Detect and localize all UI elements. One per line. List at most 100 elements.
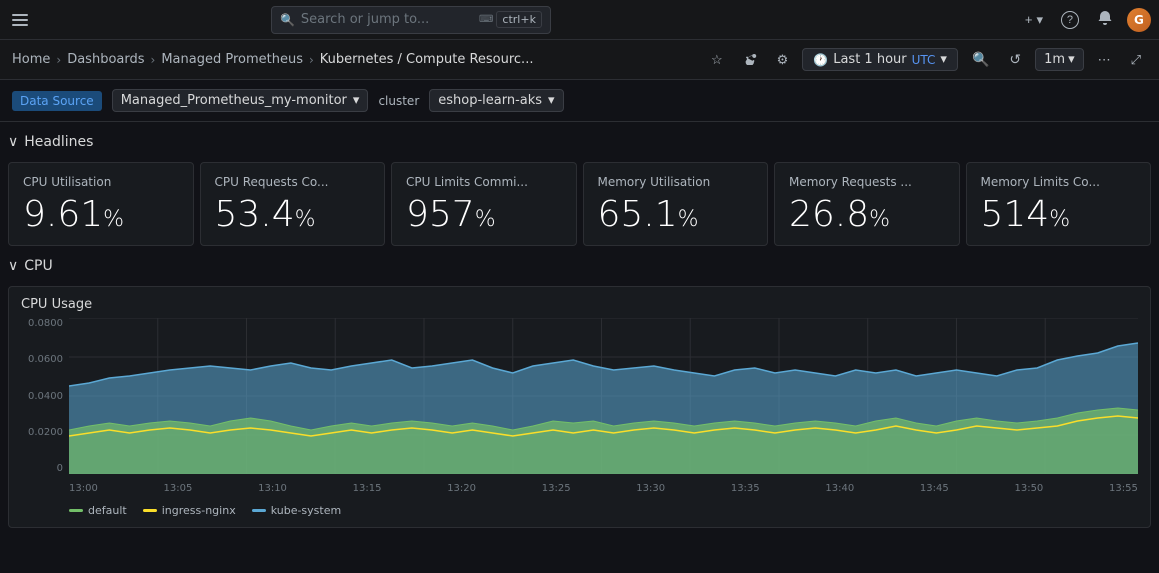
stat-card-value-0: 9.61%	[23, 197, 179, 233]
filter-bar: Data Source Managed_Prometheus_my-monito…	[0, 80, 1159, 122]
headlines-title: Headlines	[24, 134, 93, 150]
chevron-down-icon-ds: ▾	[353, 93, 360, 108]
notifications-button[interactable]	[1093, 6, 1117, 33]
current-page-title: Kubernetes / Compute Resourc...	[320, 52, 534, 67]
cpu-section-header[interactable]: ∨ CPU	[8, 254, 1151, 278]
chevron-down-icon: ▾	[940, 52, 947, 67]
stat-card-value-3: 65.1%	[598, 197, 754, 233]
kbd-shortcut-icon: ⌨	[479, 14, 493, 25]
y-label-0: 0	[57, 463, 63, 474]
chevron-down-icon: ▾	[1036, 12, 1043, 28]
y-label-0600: 0.0600	[28, 354, 63, 365]
time-range-label: Last 1 hour	[833, 52, 906, 67]
stat-card-1: CPU Requests Co... 53.4%	[200, 162, 386, 246]
share-button[interactable]	[737, 47, 763, 72]
stat-card-title-3: Memory Utilisation	[598, 175, 754, 189]
x-label-1350: 13:50	[1014, 483, 1043, 494]
chevron-down-icon-cluster: ▾	[548, 93, 555, 108]
stat-card-title-2: CPU Limits Commi...	[406, 175, 562, 189]
legend-label-ingress: ingress-nginx	[162, 504, 236, 517]
legend-label-kube: kube-system	[271, 504, 342, 517]
zoom-out-button[interactable]: 🔍	[966, 47, 995, 72]
cluster-label: cluster	[378, 94, 419, 108]
stat-card-value-2: 957%	[406, 197, 562, 233]
stat-cards-row: CPU Utilisation 9.61% CPU Requests Co...…	[8, 162, 1151, 246]
stat-card-4: Memory Requests ... 26.8%	[774, 162, 960, 246]
cpu-chart-title: CPU Usage	[21, 297, 1138, 312]
plus-icon: +	[1025, 12, 1033, 27]
menu-button[interactable]	[8, 10, 32, 30]
legend-ingress: ingress-nginx	[143, 504, 236, 517]
more-options-button[interactable]: ⋯	[1092, 48, 1117, 72]
legend-default: default	[69, 504, 127, 517]
zoom-out-icon: 🔍	[972, 51, 989, 68]
chart-legend: default ingress-nginx kube-system	[21, 504, 1138, 517]
stat-card-unit-0: %	[103, 207, 124, 232]
stat-card-5: Memory Limits Co... 514%	[966, 162, 1152, 246]
expand-icon: ⤢	[1131, 52, 1141, 68]
managed-prometheus-link[interactable]: Managed Prometheus	[161, 52, 303, 67]
breadcrumb-sep-2: ›	[151, 53, 156, 67]
chart-area	[69, 318, 1138, 474]
topbar-right: + ▾ ? G	[1021, 6, 1151, 33]
y-label-0200: 0.0200	[28, 427, 63, 438]
bell-icon	[1097, 10, 1113, 29]
chart-x-axis: 13:00 13:05 13:10 13:15 13:20 13:25 13:3…	[69, 478, 1138, 498]
chevron-down-icon-2: ▾	[1068, 52, 1075, 67]
settings-button[interactable]: ⚙	[771, 48, 795, 72]
clock-icon: 🕐	[813, 53, 828, 67]
main-content: ∨ Headlines CPU Utilisation 9.61% CPU Re…	[0, 122, 1159, 536]
stat-card-2: CPU Limits Commi... 957%	[391, 162, 577, 246]
refresh-interval-label: 1m	[1044, 52, 1065, 67]
cluster-value: eshop-learn-aks	[438, 93, 542, 108]
stat-card-3: Memory Utilisation 65.1%	[583, 162, 769, 246]
x-label-1330: 13:30	[636, 483, 665, 494]
share-icon	[743, 51, 757, 68]
legend-color-default	[69, 509, 83, 512]
datasource-selector[interactable]: Managed_Prometheus_my-monitor ▾	[112, 89, 369, 112]
legend-kube: kube-system	[252, 504, 342, 517]
breadcrumb-actions: ☆ ⚙ 🕐 Last 1 hour UTC ▾ 🔍 ↺ 1m ▾	[705, 47, 1147, 72]
x-label-1310: 13:10	[258, 483, 287, 494]
star-button[interactable]: ☆	[705, 48, 729, 72]
collapse-icon-cpu: ∨	[8, 258, 18, 274]
help-button[interactable]: ?	[1057, 7, 1083, 33]
search-placeholder: Search or jump to...	[301, 12, 429, 27]
breadcrumb-sep-1: ›	[56, 53, 61, 67]
stat-card-title-5: Memory Limits Co...	[981, 175, 1137, 189]
stat-card-value-5: 514%	[981, 197, 1137, 233]
datasource-value: Managed_Prometheus_my-monitor	[121, 93, 347, 108]
datasource-label: Data Source	[12, 91, 102, 111]
stat-card-unit-3: %	[678, 207, 699, 232]
legend-label-default: default	[88, 504, 127, 517]
time-range-selector[interactable]: 🕐 Last 1 hour UTC ▾	[802, 48, 958, 71]
expand-button[interactable]: ⤢	[1125, 48, 1147, 72]
stat-card-title-0: CPU Utilisation	[23, 175, 179, 189]
refresh-icon: ↺	[1009, 51, 1021, 68]
headlines-section-header[interactable]: ∨ Headlines	[8, 130, 1151, 154]
refresh-button[interactable]: ↺	[1003, 47, 1027, 72]
y-label-0800: 0.0800	[28, 318, 63, 329]
gear-icon: ⚙	[777, 52, 789, 68]
cpu-chart-panel: CPU Usage 0.0800 0.0600 0.0400 0.0200 0	[8, 286, 1151, 528]
stat-card-unit-1: %	[295, 207, 316, 232]
search-bar[interactable]: 🔍 Search or jump to... ⌨ ctrl+k	[271, 6, 551, 34]
dashboards-link[interactable]: Dashboards	[67, 52, 144, 67]
breadcrumb-sep-3: ›	[309, 53, 314, 67]
cluster-selector[interactable]: eshop-learn-aks ▾	[429, 89, 563, 112]
topbar: 🔍 Search or jump to... ⌨ ctrl+k + ▾ ? G	[0, 0, 1159, 40]
search-icon: 🔍	[280, 13, 295, 27]
star-icon: ☆	[711, 52, 723, 68]
refresh-interval-selector[interactable]: 1m ▾	[1035, 48, 1083, 71]
stat-card-unit-5: %	[1049, 207, 1070, 232]
collapse-icon: ∨	[8, 134, 18, 150]
legend-color-kube	[252, 509, 266, 512]
stat-card-title-1: CPU Requests Co...	[215, 175, 371, 189]
avatar[interactable]: G	[1127, 8, 1151, 32]
chart-y-axis: 0.0800 0.0600 0.0400 0.0200 0	[21, 318, 69, 474]
new-button[interactable]: + ▾	[1021, 8, 1047, 32]
stat-card-value-4: 26.8%	[789, 197, 945, 233]
home-link[interactable]: Home	[12, 52, 50, 67]
x-label-1345: 13:45	[920, 483, 949, 494]
kbd-shortcut: ctrl+k	[496, 11, 542, 28]
